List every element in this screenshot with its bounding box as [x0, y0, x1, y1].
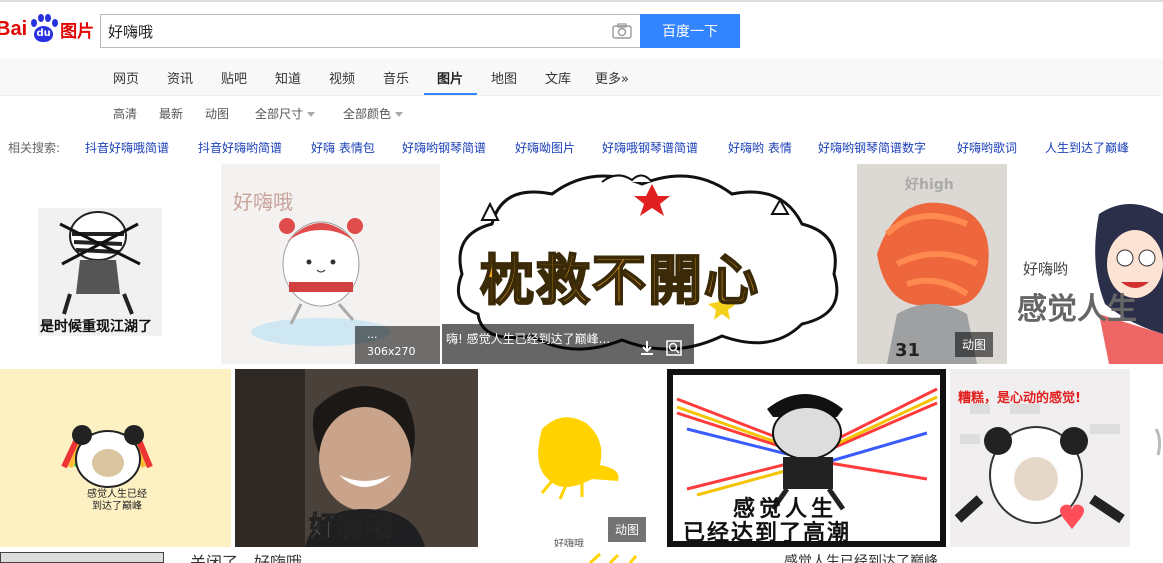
image-result[interactable]: 好嗨哦 动图	[482, 369, 663, 547]
image-result[interactable]: 好嗨哦	[235, 369, 478, 547]
image-result[interactable]	[1134, 369, 1163, 547]
image-result[interactable]	[0, 552, 164, 563]
gif-badge: 动图	[608, 517, 647, 542]
image-text: 已经达到了高潮	[683, 521, 852, 546]
gif-badge: 动图	[955, 332, 994, 357]
related-link[interactable]: 好嗨 表情包	[311, 139, 375, 156]
zoom-icon[interactable]	[666, 340, 682, 356]
nav-item-more[interactable]: 更多»	[595, 68, 629, 96]
header: Bai du 图片 百度一下	[0, 0, 1163, 58]
filter-color[interactable]: 全部颜色	[343, 105, 404, 122]
filter-size[interactable]: 全部尺寸	[255, 105, 316, 122]
image-result[interactable]: 感觉人生 已经达到了高潮	[667, 369, 946, 547]
download-icon[interactable]	[640, 340, 654, 356]
image-text: 感觉人生	[1017, 292, 1137, 327]
image-subtitle: 好嗨哦	[308, 510, 394, 544]
nav-item-music[interactable]: 音乐	[383, 68, 409, 96]
image-dots: ...	[367, 328, 378, 341]
nav-item-map[interactable]: 地图	[491, 68, 517, 96]
active-tab-indicator	[424, 93, 477, 95]
image-caption: 嗨! 感觉人生已经到达了巅峰...	[446, 332, 611, 346]
filter-gif[interactable]: 动图	[205, 105, 229, 122]
search-input[interactable]	[108, 15, 588, 47]
image-dimensions: 306x270	[367, 345, 416, 358]
related-link[interactable]: 好嗨哟钢琴简谱数字	[818, 139, 926, 156]
panda-rainbow-image	[61, 425, 153, 488]
logo-text-tupian: 图片	[60, 21, 95, 42]
image-result[interactable]: 感觉人生已经 到达了巅峰	[0, 369, 231, 547]
image-result[interactable]: 枕救不開心 嗨! 感觉人生已经到达了巅峰...	[442, 164, 854, 364]
chevron-down-icon	[307, 112, 316, 117]
image-text: 感觉人生已经到达了巅峰	[784, 554, 938, 563]
image-caption: 感觉人生已经 到达了巅峰	[87, 489, 147, 512]
logo-text-bai: Bai	[0, 17, 28, 40]
related-link[interactable]: 人生到达了巅峰	[1045, 139, 1129, 156]
filter-hd[interactable]: 高清	[113, 105, 137, 122]
image-result[interactable]: 糟糕，是心动的感觉!	[950, 369, 1130, 547]
paw-icon: du	[28, 14, 59, 44]
image-title: 好嗨哦	[233, 190, 293, 214]
jersey-number: 31	[895, 340, 921, 361]
image-hover-bar: 嗨! 感觉人生已经到达了巅峰...	[442, 324, 694, 364]
related-link[interactable]: 好嗨哟 表情	[728, 139, 792, 156]
nav-item-wenku[interactable]: 文库	[545, 68, 571, 96]
image-text: 好嗨哟	[1023, 260, 1069, 278]
nav-bar: 网页 资讯 贴吧 知道 视频 音乐 图片 地图 文库 更多»	[0, 58, 1163, 96]
image-caption: 是时候重现江湖了	[40, 319, 152, 335]
image-caption: 好嗨哦	[554, 539, 584, 547]
nav-item-tieba[interactable]: 贴吧	[221, 68, 247, 96]
image-headline: 枕救不開心	[479, 248, 760, 313]
image-result[interactable]	[560, 552, 740, 563]
related-link[interactable]: 好嗨呦图片	[515, 139, 575, 156]
related-label: 相关搜索:	[8, 141, 61, 155]
partial-image	[588, 552, 638, 563]
image-result[interactable]: 好high 31 动图	[857, 164, 1007, 364]
search-button[interactable]: 百度一下	[640, 14, 740, 48]
chevron-down-icon	[395, 112, 404, 117]
nav-item-news[interactable]: 资讯	[167, 68, 193, 96]
related-link[interactable]: 好嗨哟歌词	[957, 139, 1017, 156]
search-box	[100, 14, 640, 48]
nav-item-web[interactable]: 网页	[113, 68, 139, 96]
image-result[interactable]: 是时候重现江湖了	[0, 164, 219, 364]
related-link[interactable]: 好嗨哦钢琴谱简谱	[602, 139, 698, 156]
nav-item-zhidao[interactable]: 知道	[275, 68, 301, 96]
image-result[interactable]: 好嗨哟 感觉人生	[1009, 164, 1163, 364]
partial-image	[1154, 428, 1162, 456]
filter-latest[interactable]: 最新	[159, 105, 183, 122]
image-info-bar: ... 306x270	[355, 326, 440, 364]
nav-item-video[interactable]: 视频	[329, 68, 355, 96]
related-link[interactable]: 抖音好嗨哟简谱	[198, 139, 282, 156]
related-searches: 相关搜索: 抖音好嗨哦简谱 抖音好嗨哟简谱 好嗨 表情包 好嗨哟钢琴简谱 好嗨呦…	[0, 137, 1163, 157]
camera-icon[interactable]	[612, 23, 632, 39]
related-link[interactable]: 好嗨哟钢琴简谱	[402, 139, 486, 156]
related-link[interactable]: 抖音好嗨哦简谱	[85, 139, 169, 156]
nav-item-images[interactable]: 图片	[437, 68, 463, 96]
image-watermark: 好high	[905, 177, 954, 193]
baidu-logo[interactable]: Bai du 图片	[0, 12, 94, 46]
image-text: 关闭了，好嗨哦	[190, 553, 303, 563]
image-text: 糟糕，是心动的感觉!	[958, 391, 1081, 406]
image-result[interactable]: 好嗨哦 ... 306x270	[221, 164, 440, 364]
